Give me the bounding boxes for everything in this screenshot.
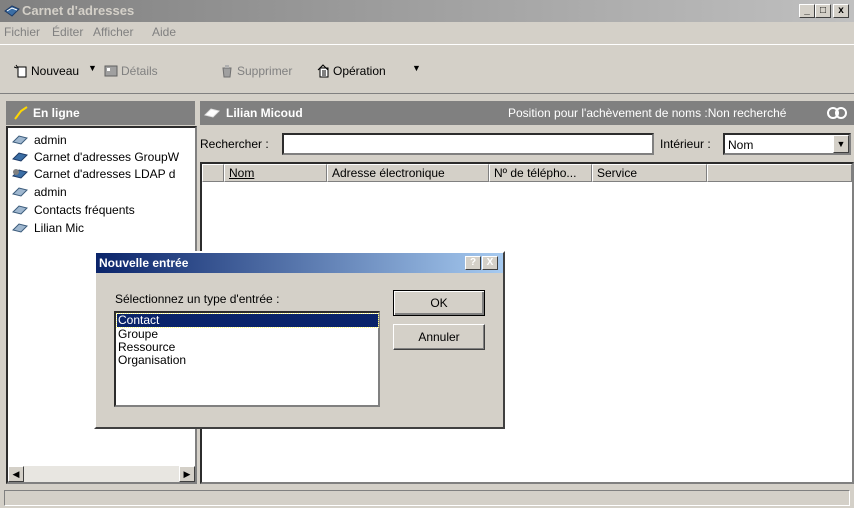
menu-fichier[interactable]: Fichier [4, 25, 40, 39]
right-pane-title: Lilian Micoud [226, 106, 303, 120]
column-header-name[interactable]: Nom [224, 164, 327, 182]
cancel-button[interactable]: Annuler [393, 324, 485, 350]
right-pane-header: Lilian Micoud Position pour l'achèvement… [200, 101, 854, 125]
help-button[interactable]: ? [465, 256, 481, 270]
entry-type-list[interactable]: Contact Groupe Ressource Organisation [114, 311, 380, 407]
details-label: Détails [121, 64, 158, 78]
new-label: Nouveau [31, 64, 80, 78]
chevron-down-icon: ▼ [412, 63, 421, 73]
delete-label: Supprimer [237, 64, 293, 78]
within-label: Intérieur : [660, 137, 711, 151]
search-label: Rechercher : [200, 137, 269, 151]
minimize-button[interactable]: _ [799, 4, 815, 18]
close-button[interactable]: x [833, 4, 849, 18]
window-title: Carnet d'adresses [22, 3, 135, 18]
details-button[interactable]: Détails [104, 64, 204, 82]
scroll-right-button[interactable]: ▶ [179, 466, 195, 482]
find-icon[interactable] [826, 105, 848, 121]
maximize-button[interactable]: □ [815, 4, 831, 18]
address-book-icon [4, 5, 20, 17]
delete-button[interactable]: Supprimer [220, 64, 310, 82]
dialog-title: Nouvelle entrée [99, 256, 189, 270]
menu-bar: Fichier Éditer Afficher Aide [0, 22, 854, 42]
operation-icon [317, 64, 329, 78]
within-select[interactable]: Nom ▼ [723, 133, 851, 155]
chevron-down-icon: ▼ [88, 63, 97, 73]
operation-button[interactable]: Opération ▼ [316, 63, 426, 82]
chevron-down-icon[interactable]: ▼ [833, 135, 849, 153]
operation-label: Opération [333, 64, 386, 78]
new-entry-icon [14, 64, 27, 78]
completion-status: Position pour l'achèvement de noms :Non … [508, 106, 787, 120]
delete-icon [222, 65, 232, 78]
column-header-phone[interactable]: Nº de télépho... [489, 164, 592, 182]
menu-editer[interactable]: Éditer [52, 25, 83, 39]
scroll-left-button[interactable]: ◀ [8, 466, 24, 482]
option-organisation[interactable]: Organisation [118, 354, 186, 367]
new-button[interactable]: Nouveau ▼ [14, 63, 114, 82]
left-pane-header: En ligne [6, 101, 195, 125]
search-input[interactable] [282, 133, 654, 155]
entry-type-prompt: Sélectionnez un type d'entrée : [115, 292, 280, 306]
address-book-icon [12, 152, 28, 162]
address-book-icon [12, 135, 28, 145]
left-pane-title: En ligne [33, 106, 80, 120]
option-contact[interactable]: Contact [116, 313, 379, 328]
title-bar: Carnet d'adresses _ □ x [0, 0, 854, 22]
column-header-type[interactable] [202, 164, 224, 182]
column-header-service[interactable]: Service [592, 164, 707, 182]
address-book-icon [12, 205, 28, 215]
ok-button[interactable]: OK [393, 290, 485, 316]
online-icon [14, 106, 28, 120]
toolbar: Nouveau ▼ Détails Supprimer Opération ▼ [0, 44, 854, 94]
menu-afficher[interactable]: Afficher [93, 25, 133, 39]
new-entry-dialog: Nouvelle entrée ? X Sélectionnez un type… [94, 251, 505, 429]
menu-aide[interactable]: Aide [152, 25, 176, 39]
address-book-icon [12, 223, 28, 233]
details-icon [104, 65, 118, 77]
address-book-icon [12, 187, 28, 197]
dialog-title-bar: Nouvelle entrée ? X [96, 253, 503, 273]
dialog-close-button[interactable]: X [482, 256, 498, 270]
column-header-filler [707, 164, 852, 182]
address-book-icon [204, 108, 220, 118]
status-bar [4, 490, 850, 506]
ldap-book-icon [12, 169, 28, 179]
horizontal-scrollbar[interactable]: ◀ ▶ [8, 466, 195, 482]
column-header-email[interactable]: Adresse électronique [327, 164, 489, 182]
